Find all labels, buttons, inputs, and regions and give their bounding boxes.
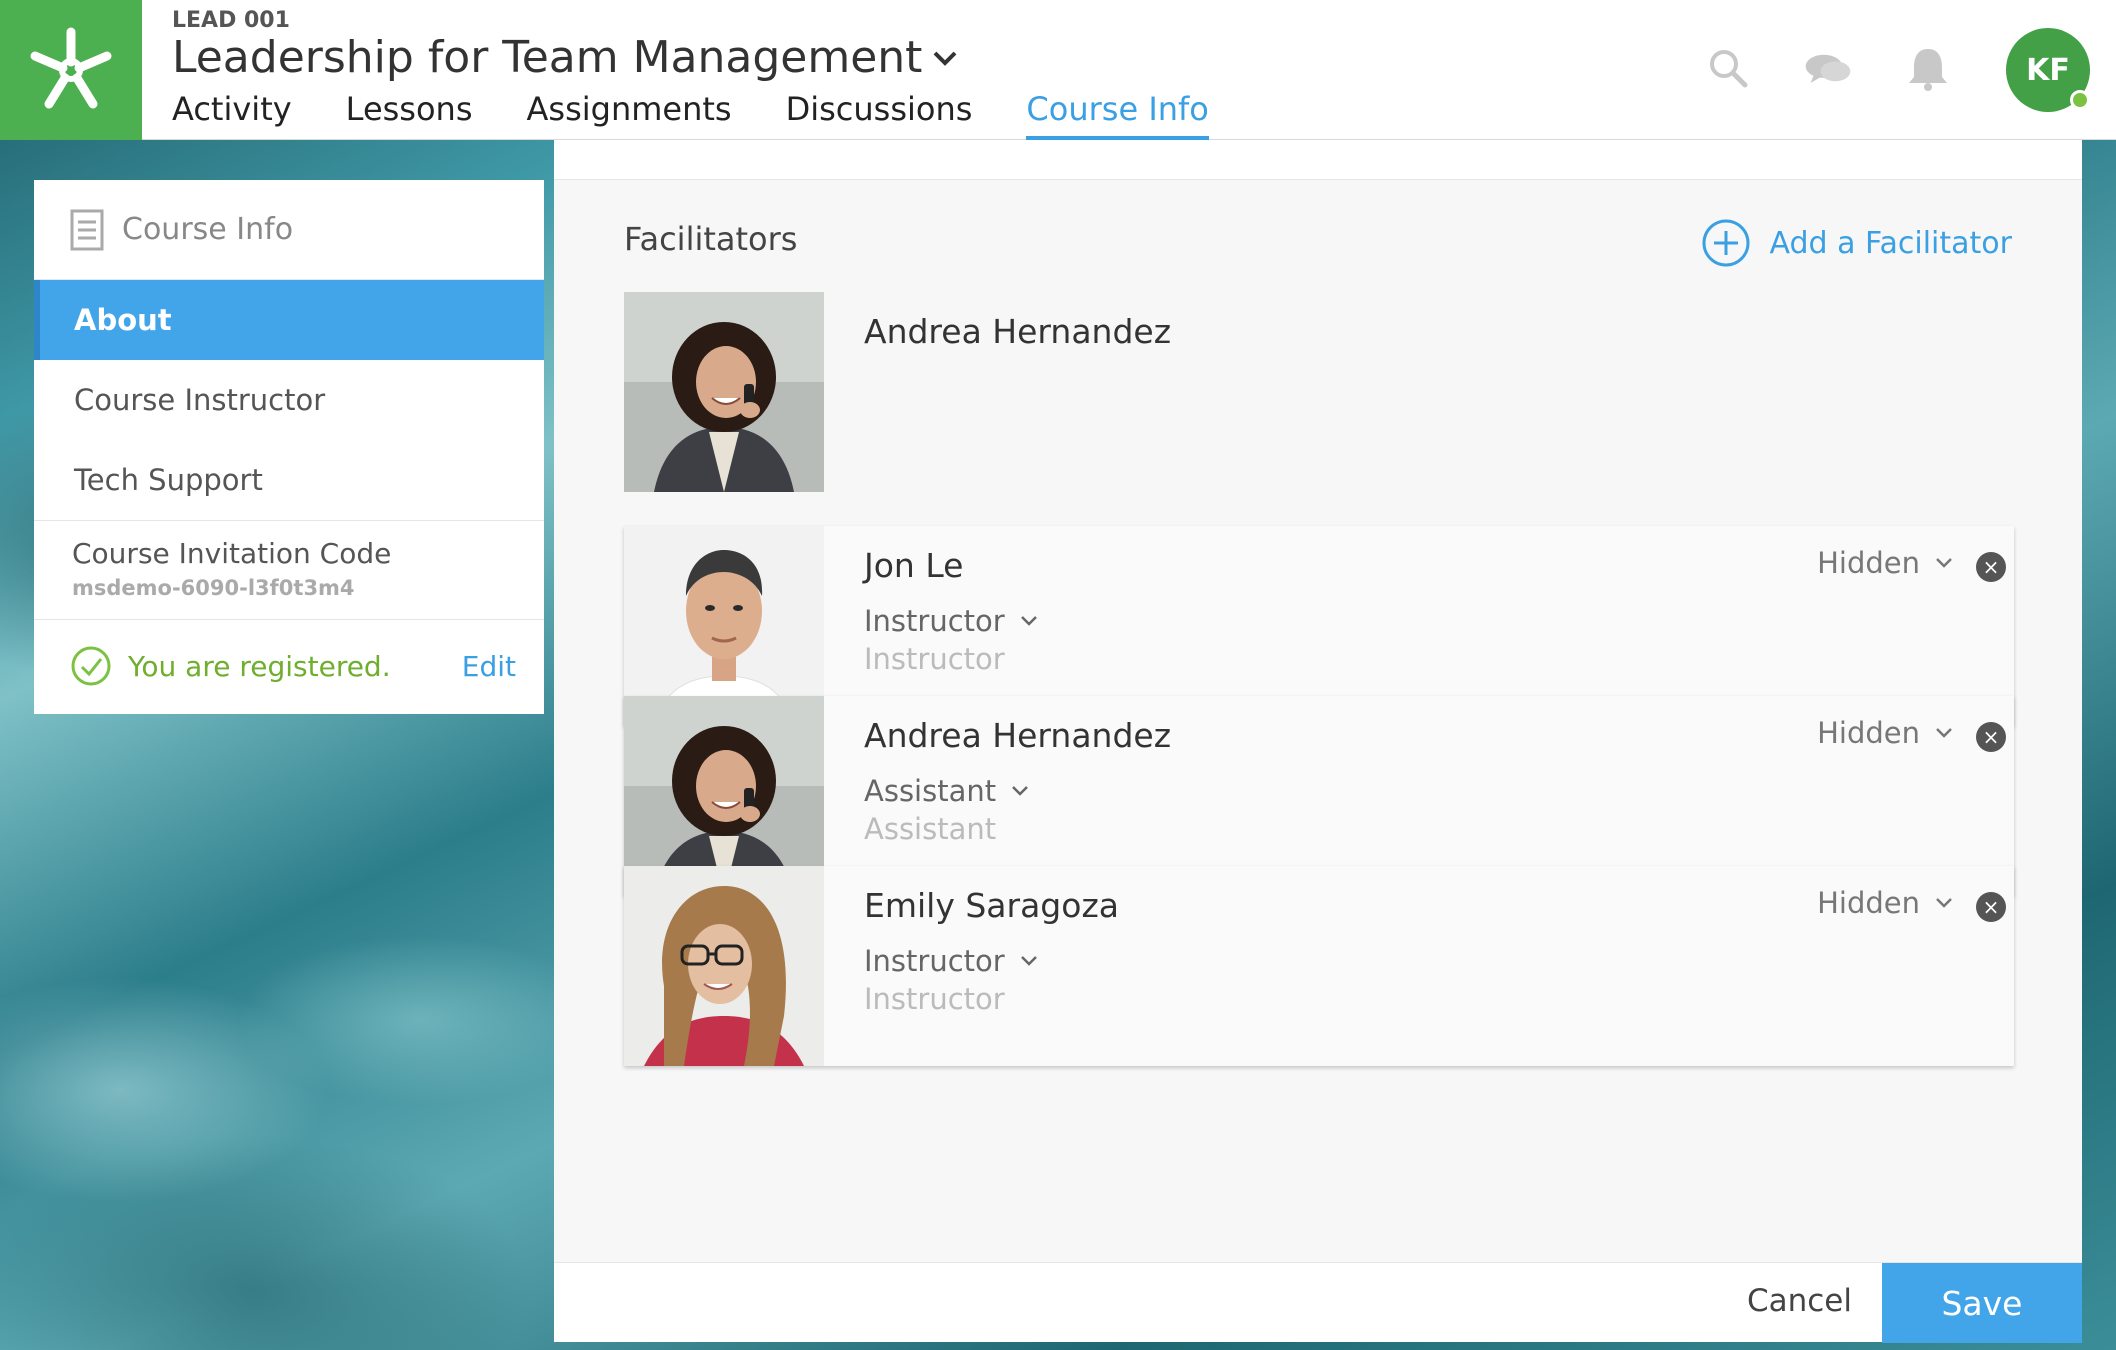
remove-facilitator-button[interactable]: ×	[1976, 552, 2006, 582]
cancel-button[interactable]: Cancel	[1747, 1283, 1852, 1319]
facilitators-panel: Facilitators Add a Facilitator Andrea He…	[554, 140, 2082, 1343]
visibility-value: Hidden	[1817, 716, 1920, 750]
remove-facilitator-button[interactable]: ×	[1976, 722, 2006, 752]
course-title: Leadership for Team Management	[172, 32, 923, 83]
facilitator-name: Andrea Hernandez	[864, 716, 1172, 755]
facilitator-name: Jon Le	[864, 546, 964, 585]
visibility-dropdown[interactable]: Hidden	[1817, 716, 1954, 750]
chevron-down-icon	[1020, 616, 1037, 626]
logo-star-icon	[30, 27, 112, 109]
role-dropdown[interactable]: Assistant	[864, 774, 1030, 808]
tab-lessons[interactable]: Lessons	[346, 90, 473, 140]
primary-facilitator: Andrea Hernandez	[624, 292, 1984, 492]
course-info-sidebar: Course Info About Course Instructor Tech…	[34, 180, 544, 714]
chevron-down-icon	[1020, 956, 1037, 966]
registered-text: You are registered.	[128, 649, 391, 683]
chat-icon[interactable]	[1804, 44, 1852, 92]
facilitator-card: Emily Saragoza Instructor Instructor Hid…	[624, 866, 2014, 1066]
plus-circle-icon	[1702, 219, 1750, 267]
chevron-down-icon	[1936, 728, 1952, 738]
invitation-code-section: Course Invitation Code msdemo-6090-l3f0t…	[34, 520, 544, 620]
facilitator-name: Andrea Hernandez	[864, 312, 1172, 351]
chevron-down-icon	[1936, 558, 1952, 568]
tab-activity[interactable]: Activity	[172, 90, 292, 140]
role-display: Assistant	[864, 812, 997, 846]
sidebar-heading-label: Course Info	[122, 212, 294, 247]
course-title-dropdown[interactable]: Leadership for Team Management	[172, 32, 958, 83]
visibility-value: Hidden	[1817, 886, 1920, 920]
app-logo[interactable]	[0, 0, 142, 140]
sidebar-item-tech-support[interactable]: Tech Support	[34, 440, 544, 520]
add-facilitator-label: Add a Facilitator	[1769, 225, 2012, 261]
facilitator-photo	[624, 292, 824, 492]
role-value: Instructor	[864, 944, 1005, 978]
facilitator-photo	[624, 866, 824, 1066]
visibility-value: Hidden	[1817, 546, 1920, 580]
chevron-down-icon	[934, 51, 957, 66]
visibility-dropdown[interactable]: Hidden	[1817, 546, 1954, 580]
course-code: LEAD 001	[172, 8, 290, 33]
role-display: Instructor	[864, 642, 1005, 676]
close-icon: ×	[1982, 725, 2000, 749]
course-nav: Activity Lessons Assignments Discussions…	[172, 90, 1209, 140]
sidebar-item-about[interactable]: About	[34, 280, 544, 360]
tab-discussions[interactable]: Discussions	[786, 90, 973, 140]
registration-status: You are registered. Edit	[34, 620, 544, 712]
save-button[interactable]: Save	[1882, 1263, 2082, 1343]
role-dropdown[interactable]: Instructor	[864, 604, 1039, 638]
remove-facilitator-button[interactable]: ×	[1976, 892, 2006, 922]
app-header: LEAD 001 Leadership for Team Management …	[0, 0, 2116, 140]
role-display: Instructor	[864, 982, 1005, 1016]
tab-course-info[interactable]: Course Info	[1026, 90, 1209, 140]
facilitator-name: Emily Saragoza	[864, 886, 1119, 925]
close-icon: ×	[1982, 555, 2000, 579]
panel-footer: Cancel Save	[554, 1262, 2082, 1343]
document-icon	[70, 209, 104, 250]
check-circle-icon	[71, 646, 111, 686]
edit-registration-link[interactable]: Edit	[462, 650, 516, 683]
search-icon[interactable]	[1704, 44, 1752, 92]
sidebar-item-course-instructor[interactable]: Course Instructor	[34, 360, 544, 440]
role-value: Assistant	[864, 774, 997, 808]
invitation-code-label: Course Invitation Code	[72, 537, 392, 570]
visibility-dropdown[interactable]: Hidden	[1817, 886, 1954, 920]
add-facilitator-button[interactable]: Add a Facilitator	[1701, 218, 2012, 268]
invitation-code-value: msdemo-6090-l3f0t3m4	[72, 576, 355, 600]
role-value: Instructor	[864, 604, 1005, 638]
chevron-down-icon	[1936, 898, 1952, 908]
sidebar-heading: Course Info	[34, 180, 544, 280]
role-dropdown[interactable]: Instructor	[864, 944, 1039, 978]
chevron-down-icon	[1012, 786, 1029, 796]
panel-top-strip	[554, 140, 2082, 180]
bell-icon[interactable]	[1904, 44, 1952, 92]
online-status-dot	[2070, 90, 2090, 110]
section-title: Facilitators	[624, 220, 798, 258]
close-icon: ×	[1982, 895, 2000, 919]
tab-assignments[interactable]: Assignments	[527, 90, 732, 140]
